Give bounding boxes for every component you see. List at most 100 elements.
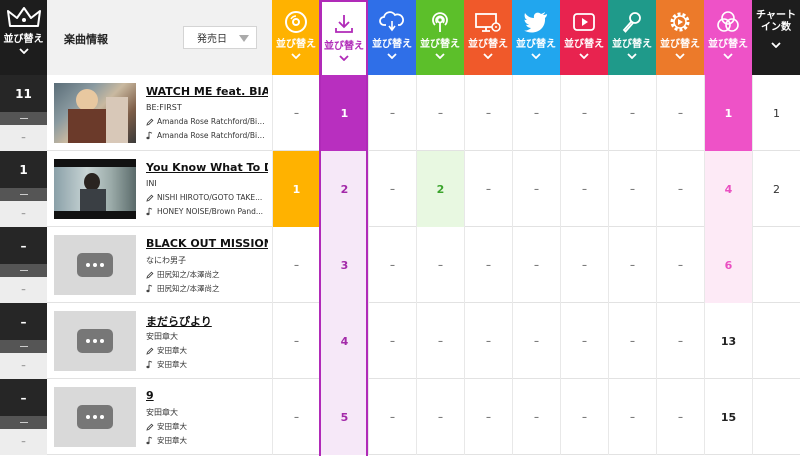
release-date-select[interactable]: 発売日 — [183, 26, 257, 49]
chart-in-count-cell — [752, 379, 800, 455]
chevron-down-icon — [435, 53, 445, 59]
radio-sort-header[interactable]: 並び替え — [416, 0, 464, 75]
rank-cell: 1 – — [0, 151, 47, 227]
chevron-down-icon — [483, 53, 493, 59]
song-thumbnail[interactable] — [54, 311, 136, 371]
karaoke-sort-header[interactable]: 並び替え — [608, 0, 656, 75]
music-note-icon — [146, 207, 153, 216]
karaoke-rank-cell: – — [608, 227, 656, 303]
more-dots-icon — [77, 253, 113, 277]
song-thumbnail[interactable] — [54, 159, 136, 219]
streaming-rank-cell: – — [368, 379, 416, 455]
twitter-sort-header[interactable]: 並び替え — [512, 0, 560, 75]
look-sort-header[interactable]: 並び替え — [464, 0, 512, 75]
table-row-1: 11 – WATCH ME feat. BIA BE:FIRST Amanda … — [0, 75, 800, 151]
chart-in-label-2: イン数 — [761, 22, 791, 33]
sort-label: 並び替え — [612, 39, 652, 50]
streaming-rank-cell: – — [368, 303, 416, 379]
sort-label: 並び替え — [708, 39, 748, 50]
download-rank-cell: 2 — [320, 151, 368, 227]
twitter-rank-cell: – — [512, 379, 560, 455]
youtube-sort-header[interactable]: 並び替え — [560, 0, 608, 75]
current-rank: 1 — [0, 151, 47, 188]
song-title-link[interactable]: WATCH ME feat. BIA — [146, 85, 268, 98]
download-sort-header[interactable]: 並び替え — [320, 0, 368, 75]
gyao-sort-header[interactable]: 並び替え — [656, 0, 704, 75]
chart-in-sort-header[interactable]: チャート イン数 — [752, 0, 800, 75]
chart-table: 並び替え 楽曲情報 発売日 並び替え 並び替え 並び替え 並び替え 並び替え 並… — [0, 0, 800, 456]
radio-rank-cell: 2 — [416, 151, 464, 227]
composer-credit: 田尻知之/本澤尚之 — [146, 283, 268, 294]
youtube-rank-cell: – — [560, 303, 608, 379]
download-column-highlight-right — [366, 0, 368, 456]
previous-rank: – — [21, 285, 26, 295]
circles-icon — [717, 11, 739, 32]
song-title-link[interactable]: You Know What To Do — [146, 161, 268, 174]
rank-divider — [0, 264, 47, 277]
pencil-icon — [146, 118, 154, 126]
chart-in-label-1: チャート — [756, 10, 796, 21]
more-dots-icon — [77, 405, 113, 429]
download-rank-cell: 1 — [320, 75, 368, 151]
cd-rank-cell: – — [272, 75, 320, 151]
radio-icon — [432, 12, 448, 32]
previous-rank: – — [21, 209, 26, 219]
music-note-icon — [146, 360, 153, 369]
triangle-down-icon — [239, 35, 249, 42]
rank-sort-header[interactable]: 並び替え — [0, 0, 47, 75]
look-rank-cell: – — [464, 75, 512, 151]
pencil-icon — [146, 194, 154, 202]
streaming-cloud-icon — [379, 11, 404, 32]
streaming-rank-cell: – — [368, 151, 416, 227]
lyricist-credit: 田尻知之/本澤尚之 — [146, 269, 268, 280]
streaming-rank-cell: – — [368, 227, 416, 303]
artist-name: BE:FIRST — [146, 103, 182, 112]
composer-credit: Amanda Rose Ratchford/Bia... — [146, 131, 268, 140]
song-thumbnail[interactable] — [54, 83, 136, 143]
chevron-down-icon — [771, 42, 781, 48]
look-rank-cell: – — [464, 379, 512, 455]
chart-in-count-cell: 1 — [752, 75, 800, 151]
cd-sort-header[interactable]: 並び替え — [272, 0, 320, 75]
table-row-5: – – 9 安田章大 安田章大 安田章大 –5– – – – – – –15 — [0, 379, 800, 455]
song-title-link[interactable]: 9 — [146, 389, 154, 402]
previous-rank: – — [21, 133, 26, 143]
table-row-4: – – まだらぴより 安田章大 安田章大 安田章大 –4– – – – – – –13 — [0, 303, 800, 379]
gear-play-icon — [670, 12, 690, 32]
current-rank: 11 — [0, 75, 47, 112]
karaoke-rank-cell: – — [608, 151, 656, 227]
sort-label: 並び替え — [564, 39, 604, 50]
chevron-down-icon — [291, 53, 301, 59]
current-rank: – — [0, 303, 47, 340]
pencil-icon — [146, 347, 154, 355]
previous-rank: – — [21, 361, 26, 371]
pencil-icon — [146, 271, 154, 279]
streaming-rank-cell: – — [368, 75, 416, 151]
youtube-rank-cell: – — [560, 379, 608, 455]
chart-in-count-cell — [752, 303, 800, 379]
artist-name: なにわ男子 — [146, 256, 186, 265]
chart-in-count-cell: 2 — [752, 151, 800, 227]
song-thumbnail[interactable] — [54, 235, 136, 295]
song-title-link[interactable]: まだらぴより — [146, 313, 212, 329]
lyricist-credit: 安田章大 — [146, 421, 268, 432]
twitter-bird-icon — [524, 12, 547, 33]
youtube-rank-cell: – — [560, 227, 608, 303]
song-title-link[interactable]: BLACK OUT MISSION — [146, 237, 268, 250]
song-thumbnail[interactable] — [54, 387, 136, 447]
radio-rank-cell: – — [416, 227, 464, 303]
total-rank-cell: 15 — [704, 379, 752, 455]
radio-rank-cell: – — [416, 379, 464, 455]
total-sort-header[interactable]: 並び替え — [704, 0, 752, 75]
table-row-2: 1 – You Know What To Do INI NISHI HIROTO… — [0, 151, 800, 227]
rank-divider — [0, 340, 47, 353]
previous-rank: – — [21, 437, 26, 447]
chevron-down-icon — [387, 53, 397, 59]
rank-cell: – – — [0, 227, 47, 303]
streaming-sort-header[interactable]: 並び替え — [368, 0, 416, 75]
music-note-icon — [146, 436, 153, 445]
artist-name: 安田章大 — [146, 332, 178, 341]
more-dots-icon — [77, 329, 113, 353]
lyricist-credit: Amanda Rose Ratchford/Bia... — [146, 117, 268, 126]
total-rank-cell: 6 — [704, 227, 752, 303]
